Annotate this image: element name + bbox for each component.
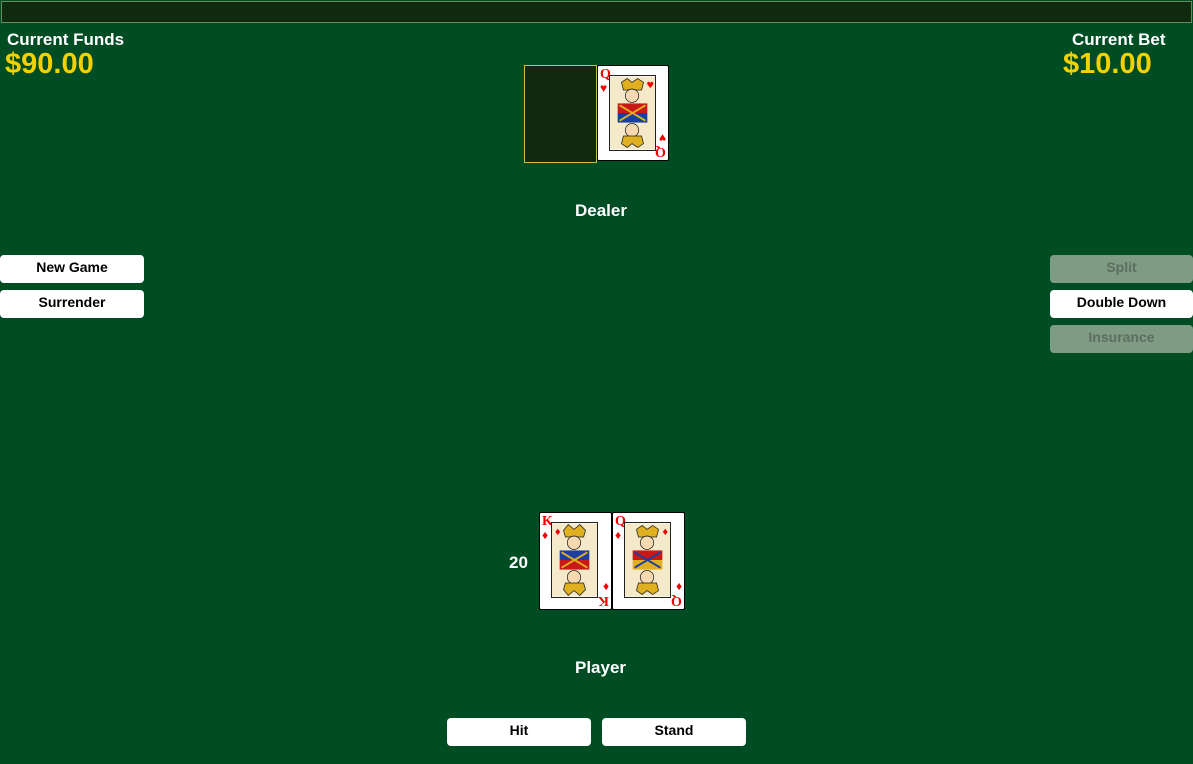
diamond-icon: ♦: [675, 580, 682, 594]
player-card-queen-diamonds: Q ♦ ♦ ♦ Q: [612, 512, 685, 610]
current-bet-label: Current Bet: [1072, 30, 1166, 49]
double-down-button[interactable]: Double Down: [1050, 290, 1193, 318]
king-face-icon: ♦: [551, 522, 598, 598]
player-label: Player: [575, 658, 627, 677]
current-bet-value: $10.00: [1063, 48, 1152, 80]
svg-text:♦: ♦: [554, 528, 562, 538]
hit-button[interactable]: Hit: [447, 718, 591, 746]
dealer-card-face-down: [524, 65, 597, 163]
split-button[interactable]: Split: [1050, 255, 1193, 283]
player-card-king-diamonds: K ♦ ♦ ♦ K: [539, 512, 612, 610]
card-rank: Q: [655, 144, 666, 159]
queen-face-icon: ♦: [624, 522, 671, 598]
queen-face-icon: ♥: [609, 75, 656, 151]
svg-text:♥: ♥: [646, 81, 654, 91]
diamond-icon: ♦: [615, 528, 622, 542]
new-game-button[interactable]: New Game: [0, 255, 144, 283]
heart-icon: ♥: [658, 131, 666, 145]
top-bar: [1, 1, 1192, 23]
heart-icon: ♥: [600, 81, 608, 95]
insurance-button[interactable]: Insurance: [1050, 325, 1193, 353]
card-rank: Q: [671, 593, 682, 608]
diamond-icon: ♦: [542, 528, 549, 542]
stand-button[interactable]: Stand: [602, 718, 746, 746]
current-funds-label: Current Funds: [7, 30, 125, 49]
current-funds-value: $90.00: [5, 48, 94, 80]
dealer-card-queen-hearts: Q ♥ ♥ ♥ Q: [597, 65, 669, 161]
card-rank: K: [598, 593, 609, 608]
surrender-button[interactable]: Surrender: [0, 290, 144, 318]
svg-text:♦: ♦: [661, 528, 669, 538]
diamond-icon: ♦: [602, 580, 609, 594]
player-score: 20: [509, 553, 528, 572]
dealer-label: Dealer: [575, 201, 627, 220]
